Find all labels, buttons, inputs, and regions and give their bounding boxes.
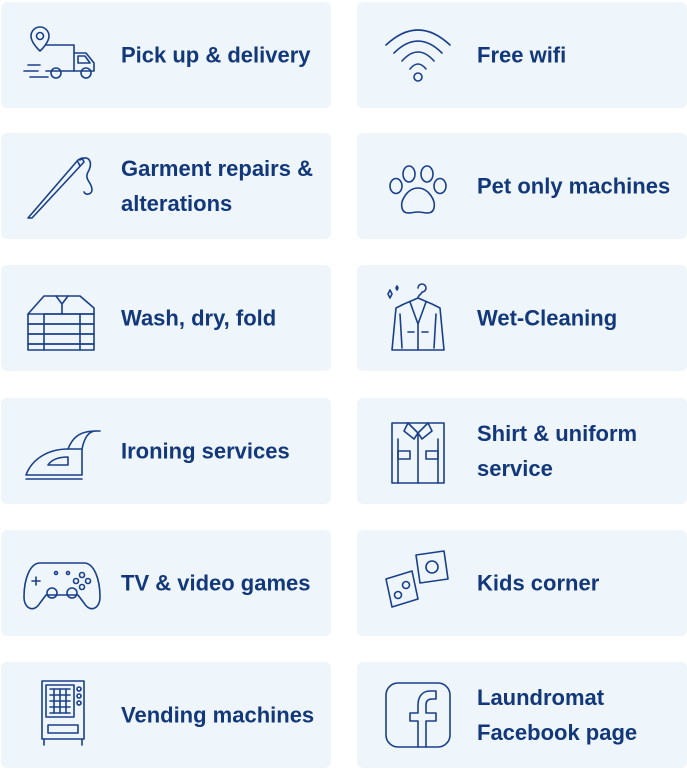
- shirt-icon: [377, 416, 459, 486]
- service-label: Ironing services: [121, 438, 290, 464]
- service-card-ironing[interactable]: Ironing services: [1, 398, 331, 504]
- service-card-wet-cleaning[interactable]: Wet-Cleaning: [357, 265, 687, 371]
- service-label: Vending machines: [121, 702, 315, 728]
- service-label: Wash, dry, fold: [121, 305, 277, 331]
- vending-machine-icon: [21, 680, 103, 750]
- service-card-pickup-delivery[interactable]: Pick up & delivery: [1, 2, 331, 108]
- suit-jacket-icon: [377, 283, 459, 353]
- needle-thread-icon: [21, 151, 103, 221]
- service-label: Garment repairs & alterations: [121, 156, 313, 216]
- service-card-free-wifi[interactable]: Free wifi: [357, 2, 687, 108]
- service-card-kids-corner[interactable]: Kids corner: [357, 530, 687, 636]
- service-card-wash-dry-fold[interactable]: Wash, dry, fold: [1, 265, 331, 371]
- service-card-shirt-uniform[interactable]: Shirt & uniform service: [357, 398, 687, 504]
- game-controller-icon: [21, 548, 103, 618]
- service-label: Shirt & uniform service: [477, 421, 638, 481]
- service-label: Pick up & delivery: [121, 42, 311, 68]
- service-card-vending-machines[interactable]: Vending machines: [1, 662, 331, 768]
- paw-print-icon: [377, 151, 459, 221]
- service-card-garment-repairs[interactable]: Garment repairs & alterations: [1, 133, 331, 239]
- services-grid: Pick up & delivery Free wifi Garment rep…: [0, 0, 687, 770]
- facebook-icon: [377, 680, 459, 750]
- service-label: Pet only machines: [477, 173, 671, 199]
- service-label: Kids corner: [477, 570, 600, 596]
- service-label: Laundromat Facebook page: [477, 685, 638, 745]
- service-card-tv-video-games[interactable]: TV & video games: [1, 530, 331, 636]
- service-label: Free wifi: [477, 42, 567, 68]
- service-card-pet-machines[interactable]: Pet only machines: [357, 133, 687, 239]
- delivery-truck-icon: [21, 20, 103, 90]
- dice-icon: [377, 548, 459, 618]
- service-label: Wet-Cleaning: [477, 305, 618, 331]
- service-card-facebook-page[interactable]: Laundromat Facebook page: [357, 662, 687, 768]
- service-label: TV & video games: [121, 570, 311, 596]
- folded-clothes-icon: [21, 283, 103, 353]
- iron-icon: [21, 416, 103, 486]
- wifi-icon: [377, 20, 459, 90]
